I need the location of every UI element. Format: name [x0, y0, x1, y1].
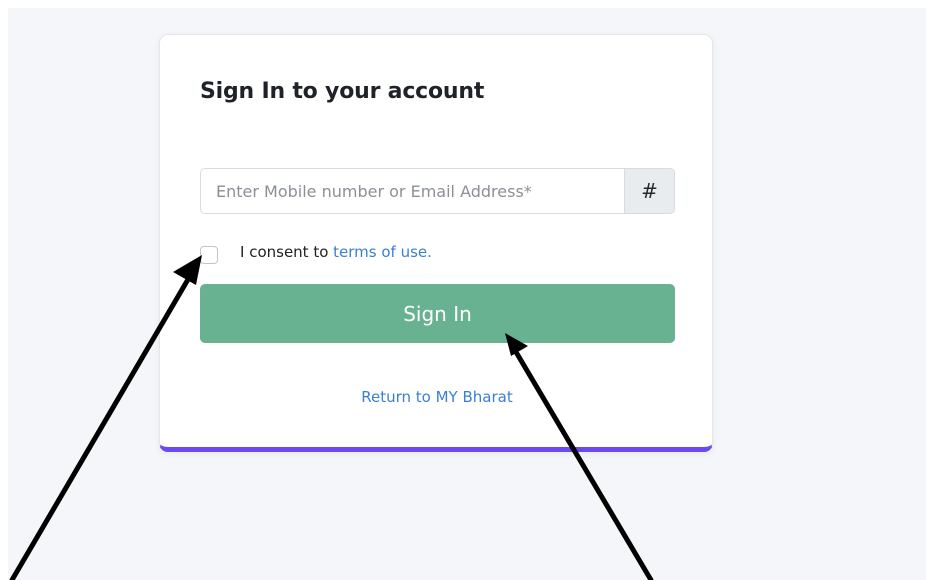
login-card: Sign In to your account # I consent to t… — [159, 34, 713, 452]
mobile-email-input[interactable] — [200, 168, 624, 214]
login-input-group: # — [200, 168, 675, 214]
hash-addon: # — [624, 168, 675, 214]
consent-checkbox[interactable] — [200, 246, 218, 264]
return-to-my-bharat-link[interactable]: Return to MY Bharat — [160, 388, 714, 406]
terms-of-use-link[interactable]: terms of use. — [333, 243, 432, 261]
sign-in-button[interactable]: Sign In — [200, 284, 675, 343]
consent-text: I consent to — [240, 243, 329, 261]
consent-label: I consent to terms of use. — [240, 243, 432, 261]
page-title: Sign In to your account — [200, 79, 485, 104]
consent-row: I consent to terms of use. — [200, 240, 432, 264]
